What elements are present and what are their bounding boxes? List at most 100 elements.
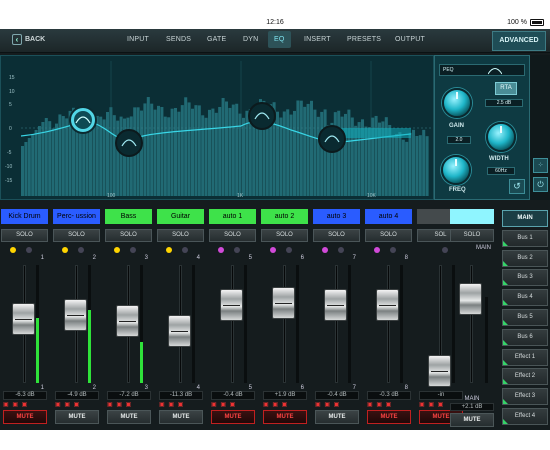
rta-bar [140,110,143,196]
channel-name[interactable]: Bass [105,209,152,224]
mute-button[interactable]: MUTE [3,410,47,424]
solo-button[interactable]: SOLO [1,229,48,242]
advanced-button[interactable]: ADVANCED [492,31,546,51]
channel-fader[interactable] [376,289,399,321]
channel-name[interactable]: Perc- ussion [53,209,100,224]
band-type-select[interactable]: PEQ [439,64,525,76]
width-knob[interactable] [486,122,516,152]
channel-name[interactable]: auto 3 [313,209,360,224]
freq-knob[interactable] [441,155,471,185]
rta-bar [282,111,286,196]
channel-fader[interactable] [116,305,139,337]
rta-bar [425,136,429,196]
channel-db: +1.9 dB [263,391,307,400]
bus-button[interactable]: Bus 1 [502,229,548,247]
channel-fader[interactable] [12,303,35,335]
rta-bar [34,130,38,196]
meter-level [36,318,39,383]
bus-button[interactable]: Bus 2 [502,249,548,267]
mute-button[interactable]: MUTE [367,410,411,424]
channel-fader[interactable] [64,299,87,331]
main-fader[interactable] [459,283,482,315]
mute-button[interactable]: MUTE [159,410,203,424]
main-name-bar[interactable] [450,209,494,224]
channel-fader[interactable] [168,315,191,347]
gain-knob[interactable] [442,88,472,118]
tab-gate[interactable]: GATE [207,36,226,43]
tab-dyn[interactable]: DYN [243,36,258,43]
mute-button[interactable]: MUTE [55,410,99,424]
channel-fader[interactable] [220,289,243,321]
tab-insert[interactable]: INSERT [304,36,331,43]
solo-button[interactable]: SOLO [157,229,204,242]
reset-icon[interactable]: ↺ [509,179,525,194]
channel-name[interactable]: auto 2 [261,209,308,224]
solo-button[interactable]: SOLO [365,229,412,242]
rta-bar [316,116,320,196]
bus-button[interactable]: Effect 2 [502,368,548,386]
bus-button[interactable]: Bus 5 [502,309,548,326]
rta-bar [89,128,92,196]
rta-bar [106,112,109,196]
level-meter [348,265,351,383]
link-icon[interactable]: ⁘ [533,158,548,173]
bus-button[interactable]: Effect 1 [502,348,548,366]
eq-band-handle-2[interactable] [115,129,143,157]
tab-eq[interactable]: EQ [268,31,291,48]
bus-active-marker [503,320,508,325]
battery-icon [530,19,544,26]
solo-button[interactable]: SOLO [105,229,152,242]
channel-name[interactable]: Guitar [157,209,204,224]
rta-bar [225,101,228,196]
bus-button[interactable]: Bus 4 [502,289,548,307]
main-mute-button[interactable]: MUTE [450,413,494,427]
rta-bar [58,114,62,196]
tab-input[interactable]: INPUT [127,36,149,43]
y-tick-15: 15 [9,75,15,81]
bus-button[interactable]: Effect 3 [502,388,548,406]
channel-name[interactable]: Kick Drum [1,209,48,224]
rta-bar [174,107,177,196]
mute-button[interactable]: MUTE [263,410,307,424]
channel-name[interactable]: auto 1 [209,209,256,224]
mute-button[interactable]: MUTE [107,410,151,424]
bus-button[interactable]: Bus 6 [502,328,548,346]
tab-sends[interactable]: SENDS [166,36,191,43]
eq-band-handle-3[interactable] [248,102,276,130]
channel-fader[interactable] [324,289,347,321]
fader-slot [387,265,390,383]
solo-button[interactable]: SOLO [313,229,360,242]
rta-bar [401,139,405,196]
solo-button[interactable]: SOLO [261,229,308,242]
main-solo-button[interactable]: SOLO [450,229,494,242]
eq-band-handle-4[interactable] [318,125,346,153]
channel-number: 4 [196,255,200,261]
channel-db: -11.3 dB [159,391,203,400]
rta-bar [344,113,347,196]
rta-bar [306,103,310,196]
tab-output[interactable]: OUTPUT [395,36,425,43]
solo-button[interactable]: SOLO [53,229,100,242]
rta-bar [347,109,351,196]
eq-graph[interactable]: 15 10 5 0 -5 -10 -15 100 1K 10K [0,55,434,200]
channel-fader[interactable] [272,287,295,319]
channel-icons: ▣ ▣ ▣ [107,402,133,408]
rta-bar [92,125,96,196]
mute-button[interactable]: MUTE [211,410,255,424]
bus-button[interactable]: Bus 3 [502,269,548,287]
bus-label: MAIN [517,215,533,221]
channel-icons: ▣ ▣ ▣ [55,402,81,408]
channel-name[interactable]: auto 4 [365,209,412,224]
solo-button[interactable]: SOLO [209,229,256,242]
band-type-label: PEQ [443,67,454,73]
bus-button[interactable]: Effect 4 [502,408,548,425]
bus-button[interactable]: MAIN [502,210,548,227]
rta-bar [48,121,52,196]
eq-band-handle-1[interactable] [69,106,97,134]
rta-button[interactable]: RTA [495,82,517,95]
power-icon[interactable]: ⏻ [533,177,548,192]
tab-presets[interactable]: PRESETS [347,36,381,43]
main-strip: SOLO MAIN MAIN +2.1 dB MUTE [447,207,497,429]
back-button[interactable]: ‹ BACK [12,34,45,45]
mute-button[interactable]: MUTE [315,410,359,424]
